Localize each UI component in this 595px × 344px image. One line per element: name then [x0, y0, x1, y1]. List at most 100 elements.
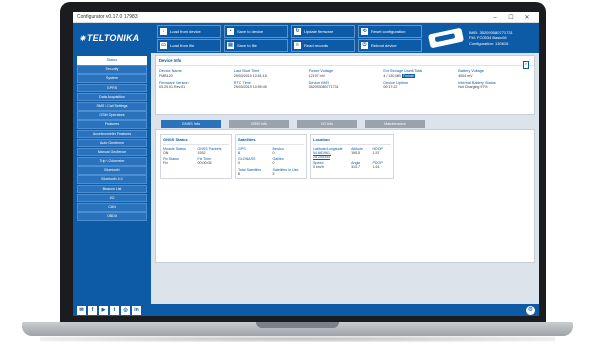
battery-voltage-field: Battery Voltage 4004 mV: [458, 69, 531, 78]
tab-maintenance[interactable]: Maintenance: [365, 120, 425, 128]
sidebar-item-gprs[interactable]: GPRS: [77, 83, 147, 93]
linkedin-icon[interactable]: in: [132, 305, 141, 315]
minimize-button[interactable]: –: [487, 15, 503, 21]
field-label: Battery Voltage: [458, 69, 484, 73]
update-firmware-button[interactable]: ↻ Update firmware: [291, 24, 355, 38]
location-section: Location Latitude/Longitude 54.681961, 25…: [310, 134, 394, 179]
save-to-file-button[interactable]: ▤ Save to file: [224, 38, 288, 52]
glonass-field: GLONASS 0: [238, 157, 270, 165]
sidebar-item-accelerometer-features[interactable]: Accelerometer Features: [77, 129, 147, 139]
device-info-grid: Device Name FMB120 Last Start Time 29/03/2…: [156, 66, 534, 92]
sidebar-item-bluetooth-4[interactable]: Bluetooth 4.0: [77, 175, 147, 185]
sidebar-item-manual-geofence[interactable]: Manual Geofence: [77, 147, 147, 157]
field-value: 03.25.01.Rev.01: [159, 85, 186, 90]
sidebar-item-gsm-operators[interactable]: GSM Operators: [77, 111, 147, 120]
toolbar-label: Load from device: [170, 28, 201, 34]
angle-field: Angle 313.7: [351, 161, 369, 169]
field-value: 12197 mV: [308, 73, 325, 78]
save-to-device-button[interactable]: ▪ Save to device: [224, 24, 288, 38]
app-window: Configurator v0.17.0 17983 – ☐ ✕ ✷ TELTONI…: [73, 12, 539, 316]
format-button[interactable]: Format: [401, 73, 415, 78]
load-from-file-button[interactable]: ▭ Load from file: [157, 38, 221, 52]
footer-bar: ✉ f ▶ t ◎ in ⚙: [73, 304, 539, 316]
toolbar-label: Reset configuration: [371, 28, 406, 34]
firmware-version-field: Firmware Version 03.25.01.Rev.01: [159, 81, 232, 90]
coordinates-link[interactable]: 54.681961, 25.255343: [313, 151, 348, 159]
field-label: Internal Battery Status: [458, 80, 496, 85]
toolbar-label: Load from file: [170, 42, 195, 48]
file-save-icon: ▤: [227, 41, 234, 49]
device-info-panel: Device Info Device Name FMB120 Last Start…: [155, 55, 535, 115]
sidebar-item-obdii[interactable]: OBDII: [77, 212, 147, 221]
sidebar-item-io[interactable]: I/O: [77, 193, 147, 203]
sidebar-item-auto-geofence[interactable]: Auto Geofence: [77, 138, 147, 148]
toolbar-label: Save to device: [237, 28, 264, 34]
sidebar-item-bluetooth[interactable]: Bluetooth: [77, 166, 147, 175]
fix-status-field: Fix Status Fix: [163, 157, 195, 165]
download-icon: ↓: [160, 27, 167, 35]
read-records-button[interactable]: ≡ Read records: [291, 38, 355, 52]
sidebar-item-system[interactable]: System: [77, 74, 147, 83]
sidebar-item-trip-odometer[interactable]: Trip \ Odometer: [77, 157, 147, 166]
sidebar-item-features[interactable]: Features: [77, 120, 147, 129]
tab-io-info[interactable]: I/O Info: [297, 120, 357, 128]
gnss-status-grid: Module Status ON GNSS Packets 1932 Fix Sta…: [163, 147, 229, 166]
document-icon[interactable]: ≡: [523, 61, 529, 69]
sidebar-item-can[interactable]: CAN: [77, 203, 147, 212]
toolbar-label: Reboot device: [371, 42, 397, 48]
location-grid: Latitude/Longitude 54.681961, 25.255343 A…: [313, 147, 391, 170]
reboot-device-button[interactable]: ⏻ Reboot device: [358, 38, 422, 52]
field-value: 313.7: [351, 165, 361, 169]
laptop-notch: [256, 322, 339, 328]
youtube-icon[interactable]: ▶: [99, 305, 108, 315]
email-icon[interactable]: ✉: [77, 305, 86, 315]
beidou-field: Beidou 0: [273, 147, 305, 155]
device-imei-field: Device IMEI 352093080771731: [309, 81, 382, 90]
field-value: 29/03/2019 10:59:49: [233, 85, 267, 90]
sidebar-item-data-acquisition[interactable]: Data Acquisition: [77, 92, 147, 102]
instagram-icon[interactable]: ◎: [121, 305, 130, 315]
tab-gnss-info[interactable]: GNSS Info: [161, 120, 221, 128]
total-satellites-field: Total Satellites 8: [238, 168, 270, 176]
sidebar-item-status[interactable]: Status: [77, 56, 147, 65]
twitter-icon[interactable]: t: [110, 305, 119, 315]
field-label: Power Voltage: [308, 69, 334, 73]
device-configuration: Configuration: 130616: [469, 40, 509, 46]
gnss-sections: GNSS Status Module Status ON GNSS Packets…: [160, 134, 530, 179]
field-value: 0: [272, 161, 275, 165]
logo-mark-icon: ✷: [79, 33, 86, 43]
gear-icon[interactable]: ⚙: [526, 305, 535, 315]
ext-storage-field: Ext Storage Used/Total 4 / 130 MB Format: [383, 69, 456, 78]
field-label: Last Start Time: [233, 69, 260, 73]
field-label: Device IMEI: [308, 80, 330, 85]
field-value: 29/03/2019 10:51:16: [233, 73, 267, 78]
field-value: 352093080771731: [308, 85, 339, 90]
device-name-field: Device Name FMB120: [159, 69, 232, 78]
field-value: ON: [163, 150, 169, 155]
lat-long-field: Latitude/Longitude 54.681961, 25.255343: [313, 147, 348, 159]
sidebar-item-beacon-list[interactable]: Beacon List: [77, 184, 147, 194]
toolbar: ↓ Load from device ▪ Save to device ↻ Updat…: [153, 24, 429, 52]
close-button[interactable]: ✕: [519, 14, 535, 21]
field-value: 8: [238, 150, 240, 155]
field-value: 195.5: [351, 150, 361, 155]
speed-field: Speed 0 km/h: [313, 161, 348, 169]
device-model: FM: FC0534 Basic06: [469, 35, 507, 41]
tab-gsm-info[interactable]: GSM Info: [229, 120, 289, 128]
hdop-field: HDOP 1.57: [373, 147, 391, 159]
last-start-time-field: Last Start Time 29/03/2019 10:51:16: [234, 69, 307, 78]
main-area: Status Security System GPRS Data Acquisi…: [73, 53, 539, 304]
sidebar-item-sms-call-settings[interactable]: SMS \ Call Settings: [77, 101, 147, 111]
sidebar: Status Security System GPRS Data Acquisi…: [73, 53, 151, 304]
facebook-icon[interactable]: f: [88, 305, 97, 315]
pdop-field: PDOP 1.61: [373, 161, 391, 169]
reset-configuration-button[interactable]: ⟲ Reset configuration: [358, 24, 422, 38]
sidebar-item-security[interactable]: Security: [77, 65, 147, 74]
info-tabs: GNSS Info GSM Info I/O Info Maintenance: [155, 120, 535, 128]
laptop-shadow: [40, 336, 555, 342]
field-value: 4004 mV: [458, 73, 473, 78]
section-title: Location: [313, 137, 391, 145]
load-from-device-button[interactable]: ↓ Load from device: [157, 24, 221, 38]
field-value: 0: [272, 150, 275, 155]
maximize-button[interactable]: ☐: [503, 14, 519, 21]
